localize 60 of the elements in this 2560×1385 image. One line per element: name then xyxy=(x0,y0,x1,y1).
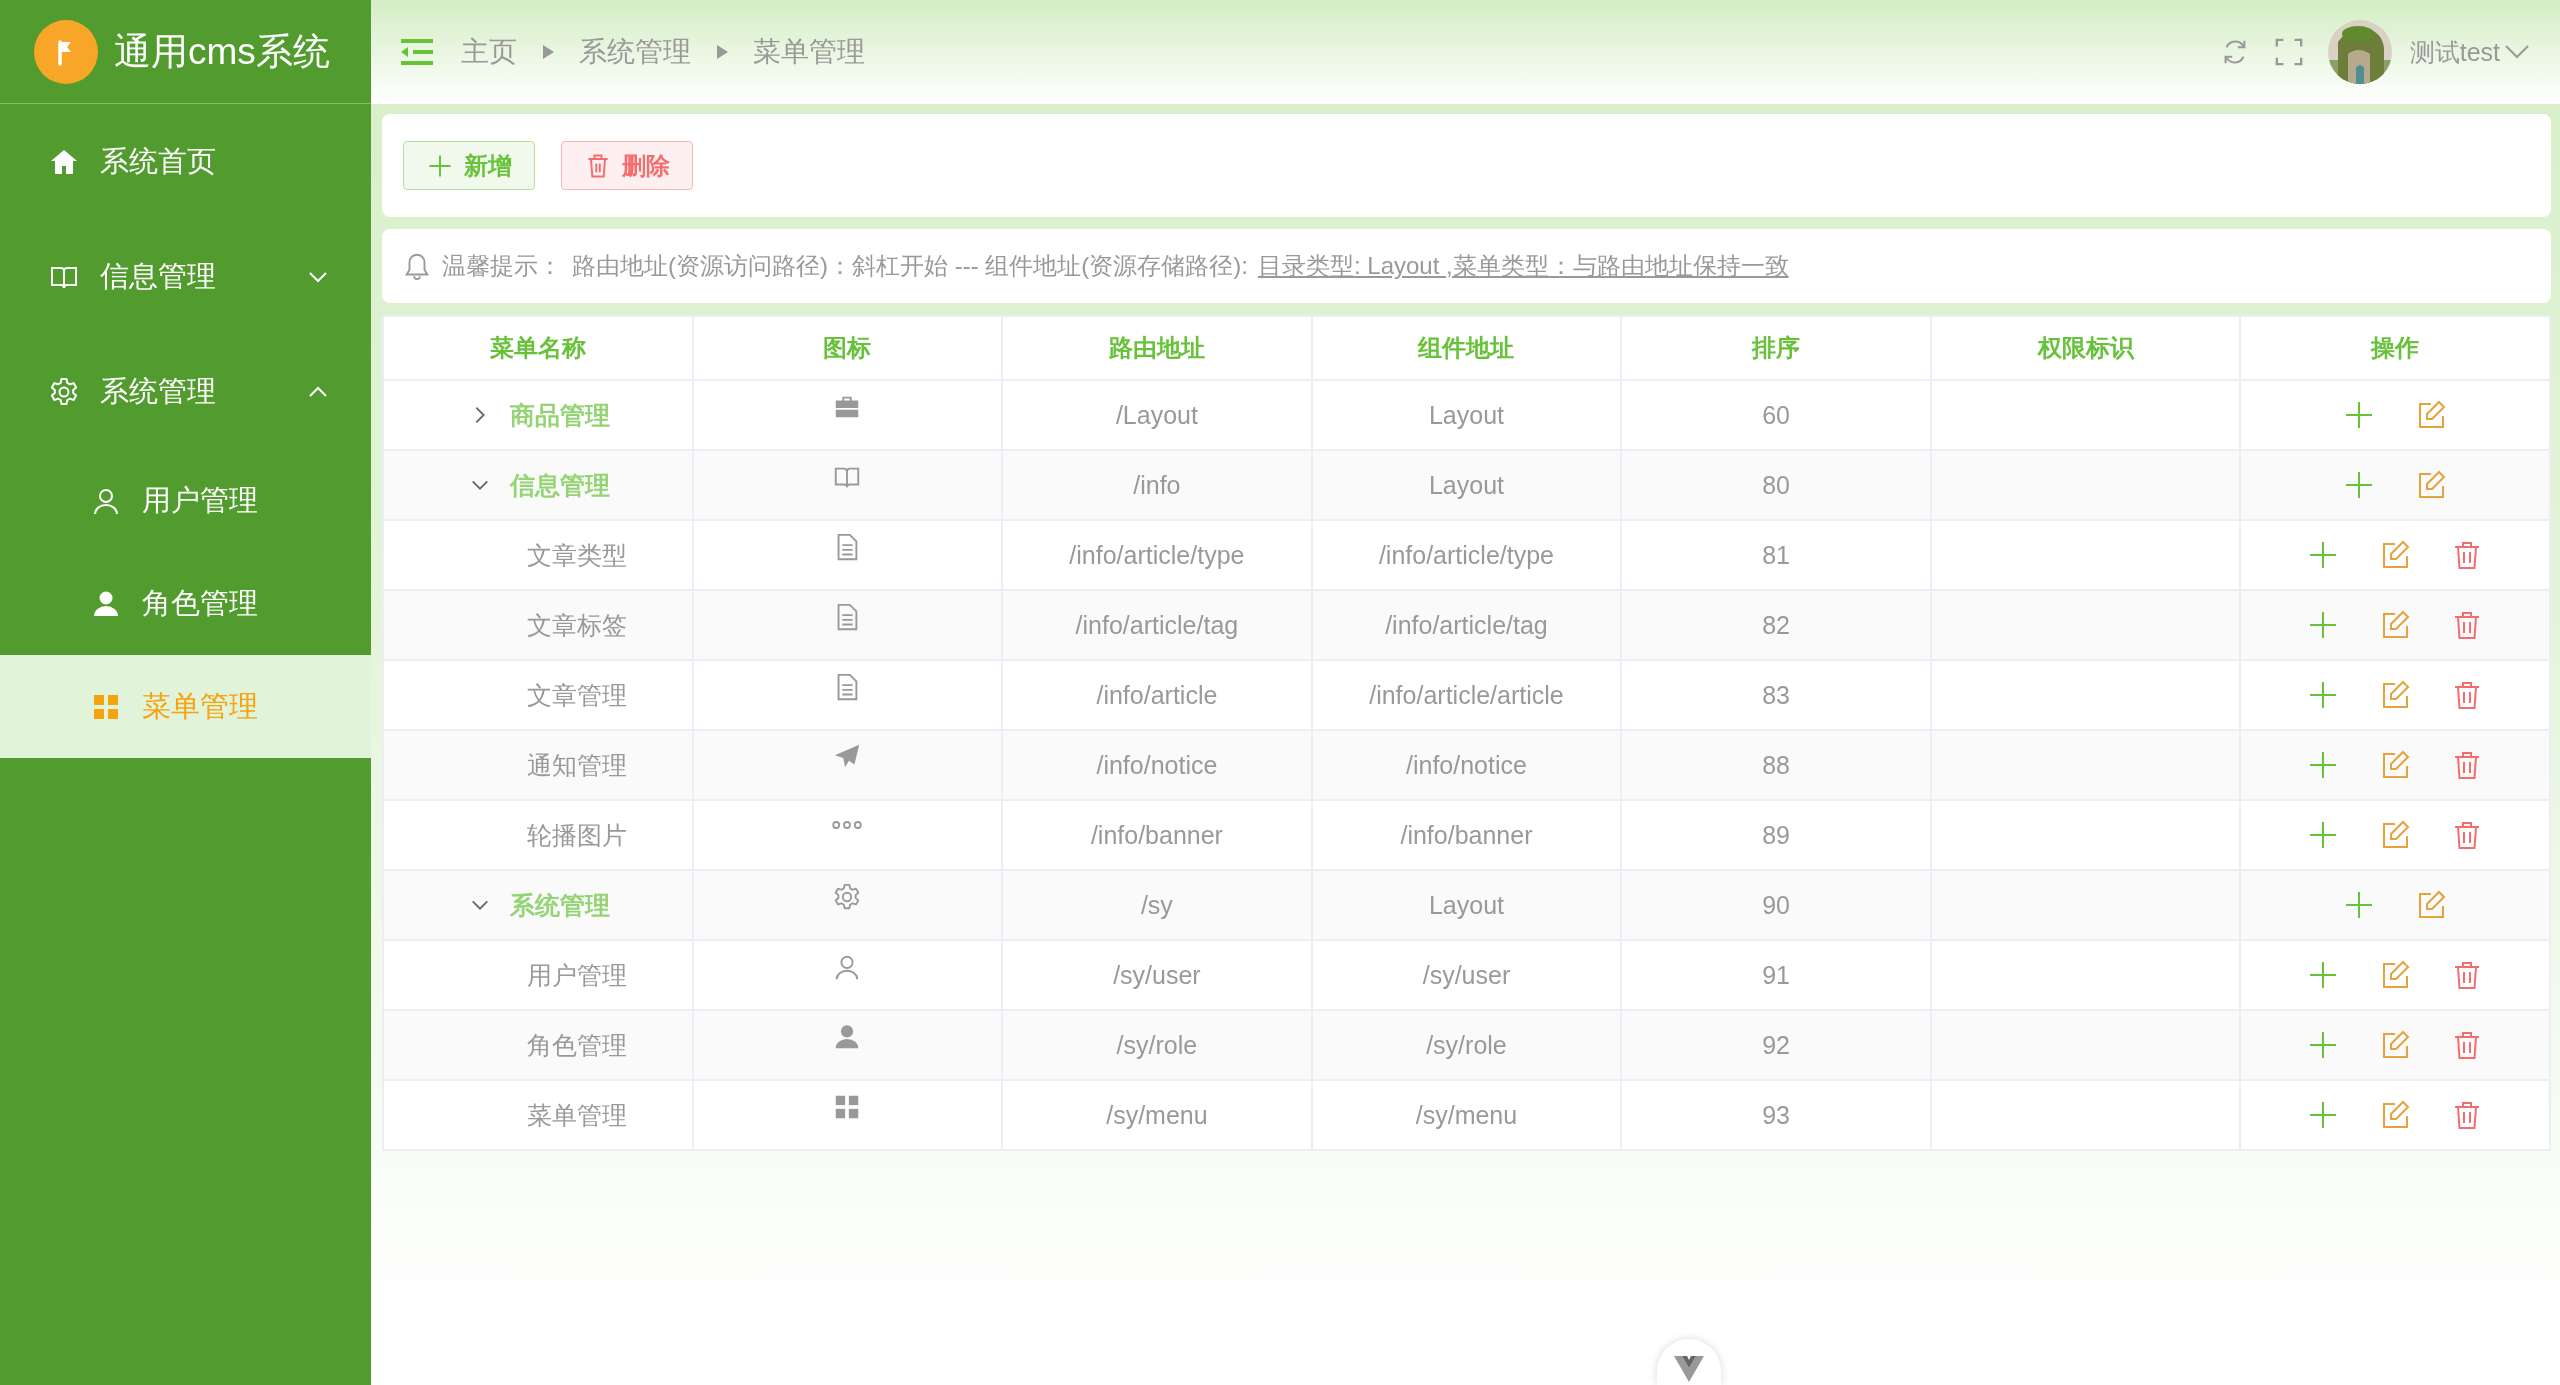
breadcrumb-item[interactable]: 菜单管理 xyxy=(753,33,865,71)
table-cell: /sy xyxy=(1002,870,1312,940)
table-cell: 90 xyxy=(1621,870,1931,940)
hint-label: 温馨提示： xyxy=(442,251,562,281)
table-cell: Layout xyxy=(1311,450,1622,520)
hint-link[interactable]: 目录类型: Layout ,菜单类型：与路由地址保持一致 xyxy=(1257,250,1789,282)
menu-name: 商品管理 xyxy=(510,399,610,431)
menu-name: 信息管理 xyxy=(510,469,610,501)
app-title: 通用cms系统 xyxy=(114,29,330,74)
sidebar-item[interactable]: 用户管理 xyxy=(0,449,371,552)
menu-name: 用户管理 xyxy=(527,959,627,991)
delete-button[interactable]: 删除 xyxy=(561,141,693,190)
column-header: 路由地址 xyxy=(1002,316,1312,380)
more-icon xyxy=(832,819,863,830)
caret-right-icon xyxy=(541,44,555,60)
menu-name: 菜单管理 xyxy=(527,1099,627,1131)
menu-name: 轮播图片 xyxy=(527,819,627,851)
gear-icon xyxy=(48,375,80,408)
menu-name: 文章标签 xyxy=(527,609,627,641)
table-cell: 82 xyxy=(1621,590,1931,660)
table-cell: 92 xyxy=(1621,1010,1931,1080)
chevron-down-icon xyxy=(2504,43,2530,61)
caret-right-icon xyxy=(715,44,729,60)
table-cell: /info xyxy=(1002,450,1312,520)
menu-icon[interactable] xyxy=(399,37,435,67)
table-cell: /sy/menu xyxy=(1311,1080,1622,1150)
breadcrumb-item[interactable]: 主页 xyxy=(461,33,517,71)
sidebar-item[interactable]: 菜单管理 xyxy=(0,655,371,758)
breadcrumb-item[interactable]: 系统管理 xyxy=(579,33,691,71)
menu-name: 角色管理 xyxy=(527,1029,627,1061)
column-header: 图标 xyxy=(692,316,1003,380)
column-header: 组件地址 xyxy=(1311,316,1622,380)
table-cell: Layout xyxy=(1311,870,1622,940)
sidebar-item[interactable]: 信息管理 xyxy=(0,219,371,334)
table-cell: /sy/role xyxy=(1311,1010,1622,1080)
column-header: 菜单名称 xyxy=(383,316,693,380)
column-header: 排序 xyxy=(1621,316,1931,380)
table-cell: /info/notice xyxy=(1002,730,1312,800)
menu-name: 文章类型 xyxy=(527,539,627,571)
table-cell: 93 xyxy=(1621,1080,1931,1150)
hint-text: 路由地址(资源访问路径)：斜杠开始 --- 组件地址(资源存储路径): xyxy=(572,251,1248,281)
sidebar-item[interactable]: 角色管理 xyxy=(0,552,371,655)
column-header: 操作 xyxy=(2240,316,2550,380)
sidebar-item[interactable]: 系统管理 xyxy=(0,334,371,449)
fullscreen-icon[interactable] xyxy=(2273,37,2304,67)
column-header: 权限标识 xyxy=(1930,316,2241,380)
menu-name: 通知管理 xyxy=(527,749,627,781)
table-cell: /info/article/tag xyxy=(1311,590,1622,660)
user-name[interactable]: 测试test xyxy=(2409,35,2500,69)
table-cell: /info/article/tag xyxy=(1002,590,1312,660)
sidebar-item[interactable]: 系统首页 xyxy=(0,104,371,219)
table-cell: /sy/menu xyxy=(1002,1080,1312,1150)
devtools-button[interactable] xyxy=(1657,1339,1721,1385)
add-button[interactable]: 新增 xyxy=(403,141,535,190)
table-cell: 80 xyxy=(1621,450,1931,520)
menu-name: 文章管理 xyxy=(527,679,627,711)
table-cell: 88 xyxy=(1621,730,1931,800)
table-cell: /info/notice xyxy=(1311,730,1622,800)
menu-name: 系统管理 xyxy=(510,889,610,921)
table-cell: /sy/role xyxy=(1002,1010,1312,1080)
